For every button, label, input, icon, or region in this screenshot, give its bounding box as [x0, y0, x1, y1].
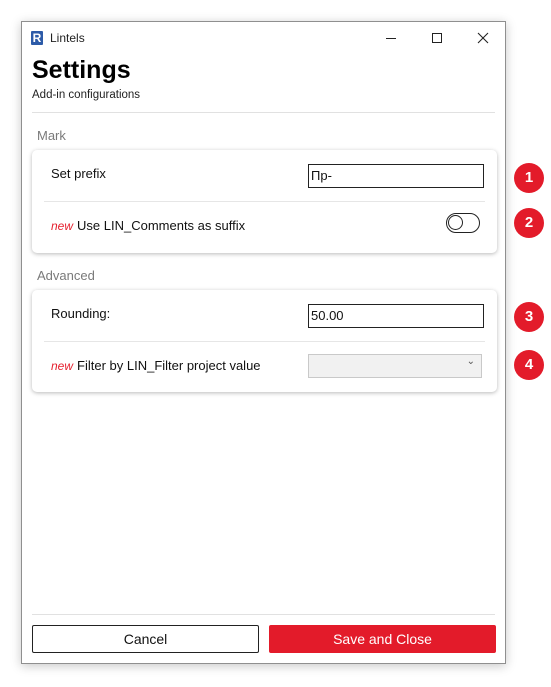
set-prefix-row: Set prefix Пр- [32, 150, 497, 198]
use-comments-toggle[interactable] [446, 213, 480, 233]
filter-dropdown[interactable]: ⌄ [308, 354, 482, 378]
callout-badge-2: 2 [514, 208, 544, 238]
filter-label: Filter by LIN_Filter project value [77, 358, 261, 373]
mark-settings-card: Set prefix Пр- new Use LIN_Comments as su… [32, 150, 497, 253]
advanced-settings-card: Rounding: 50.00 new Filter by LIN_Filter … [32, 290, 497, 392]
use-comments-row: new Use LIN_Comments as suffix [32, 202, 497, 250]
toggle-knob [448, 215, 463, 230]
maximize-button[interactable] [414, 22, 460, 54]
rounding-row: Rounding: 50.00 [32, 290, 497, 338]
minimize-button[interactable] [368, 22, 414, 54]
chevron-down-icon: ⌄ [466, 356, 475, 367]
close-button[interactable] [460, 22, 506, 54]
page-title: Settings [32, 56, 131, 84]
new-tag: new [51, 219, 74, 233]
callout-badge-3: 3 [514, 302, 544, 332]
footer-divider [32, 614, 495, 615]
minimize-icon [386, 38, 396, 39]
title-bar: R Lintels [22, 22, 505, 54]
section-label-mark: Mark [37, 128, 66, 143]
callout-badge-4: 4 [514, 350, 544, 380]
prefix-input[interactable]: Пр- [308, 164, 484, 188]
settings-window: R Lintels Settings Add-in configurations… [21, 21, 506, 664]
use-comments-label: Use LIN_Comments as suffix [77, 218, 246, 233]
rounding-label: Rounding: [51, 306, 111, 321]
callout-badge-1: 1 [514, 163, 544, 193]
rounding-input[interactable]: 50.00 [308, 304, 484, 328]
set-prefix-label: Set prefix [51, 166, 106, 181]
new-tag: new [51, 359, 74, 373]
close-icon [477, 32, 489, 44]
filter-row: new Filter by LIN_Filter project value ⌄ [32, 342, 497, 390]
use-comments-label-group: new Use LIN_Comments as suffix [51, 218, 245, 233]
header-divider [32, 112, 495, 113]
cancel-button[interactable]: Cancel [32, 625, 259, 653]
revit-logo-icon: R [31, 31, 43, 45]
maximize-icon [432, 33, 442, 43]
section-label-advanced: Advanced [37, 268, 95, 283]
page-subtitle: Add-in configurations [32, 89, 141, 101]
filter-label-group: new Filter by LIN_Filter project value [51, 358, 261, 373]
window-title: Lintels [50, 31, 85, 45]
save-and-close-button[interactable]: Save and Close [269, 625, 496, 653]
